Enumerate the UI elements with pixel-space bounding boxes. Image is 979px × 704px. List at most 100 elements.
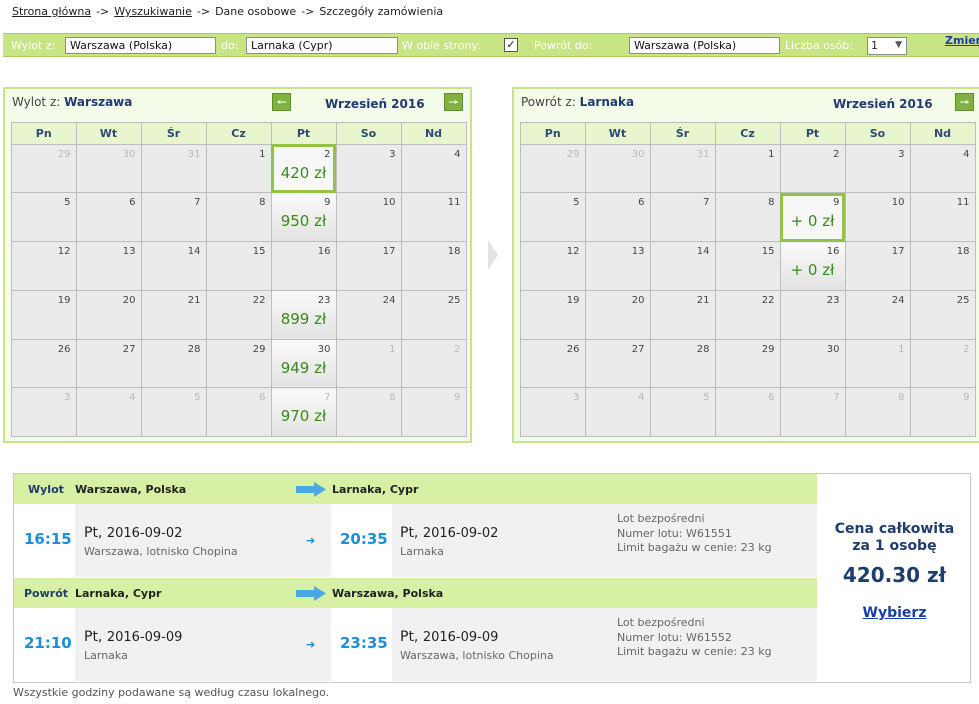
weekday-header: Cz bbox=[206, 123, 272, 145]
calendar-day-price[interactable]: 7 970 zł bbox=[271, 387, 337, 438]
calendar-day: 6 bbox=[715, 387, 781, 438]
calendar-day-price[interactable]: 9 950 zł bbox=[271, 192, 337, 243]
total-price-label: Cena całkowita za 1 osobę bbox=[818, 521, 971, 555]
arrow-right-icon bbox=[296, 586, 326, 601]
calendar-day: 21 bbox=[141, 290, 207, 340]
total-price-amount: 420.30 zł bbox=[842, 563, 947, 587]
calendar-day: 31 bbox=[650, 144, 716, 194]
return-departure-airport: Larnaka bbox=[84, 649, 128, 662]
change-search-link[interactable]: Zmień bbox=[945, 34, 979, 47]
weekday-header: Pt bbox=[780, 123, 846, 145]
calendar-day-price[interactable]: 9 + 0 zł bbox=[780, 192, 846, 243]
calendar-day: 2 bbox=[780, 144, 846, 194]
calendar-day: 25 bbox=[910, 290, 976, 340]
outbound-label: Wylot bbox=[28, 483, 64, 496]
day-number: 25 bbox=[956, 294, 970, 306]
weekday-header: Pn bbox=[521, 123, 586, 145]
return-departure-date-value: 2016-09-09 bbox=[106, 630, 183, 645]
day-number: 30 bbox=[122, 148, 136, 160]
weekday-header: So bbox=[845, 123, 911, 145]
calendar-day: 2 bbox=[910, 339, 976, 389]
calendar-day: 29 bbox=[12, 144, 77, 194]
calendar-day: 28 bbox=[650, 339, 716, 389]
weekday-header: Cz bbox=[715, 123, 781, 145]
outbound-route-header: Wylot Warszawa, Polska Larnaka, Cypr bbox=[14, 474, 817, 504]
outbound-arrival-time: 20:35 bbox=[340, 530, 388, 548]
calendar-day-price[interactable]: 23 899 zł bbox=[271, 290, 337, 340]
day-number: 27 bbox=[631, 343, 645, 355]
calendar-day: 18 bbox=[910, 241, 976, 291]
return-label: Powrót bbox=[24, 587, 69, 600]
arrow-right-icon: ➜ bbox=[306, 638, 316, 651]
calendar-day-price[interactable]: 30 949 zł bbox=[271, 339, 337, 389]
day-number: 6 bbox=[129, 197, 136, 209]
booking-summary: Wylot Warszawa, Polska Larnaka, Cypr 16:… bbox=[13, 473, 971, 683]
outbound-direct-flight: Lot bezpośredni bbox=[617, 512, 705, 525]
calendar-day: 7 bbox=[780, 387, 846, 438]
calendar-day: 15 bbox=[715, 241, 781, 291]
return-calendar-title: Powrót z: Larnaka bbox=[521, 95, 634, 109]
return-arrival-day: Pt, bbox=[400, 629, 419, 645]
calendar-day: 3 bbox=[336, 144, 402, 194]
day-number: 23 bbox=[317, 294, 331, 306]
day-number: 6 bbox=[768, 392, 775, 404]
day-number: 20 bbox=[122, 294, 136, 306]
next-month-button[interactable]: 🠖 bbox=[444, 93, 463, 111]
next-month-button[interactable]: 🠖 bbox=[955, 93, 974, 111]
calendar-day: 10 bbox=[845, 192, 911, 243]
return-flight-details: 21:10 Pt, 2016-09-09 Larnaka ➜ 23:35 Pt,… bbox=[14, 608, 817, 681]
select-button[interactable]: Wybierz bbox=[818, 605, 971, 621]
day-number: 2 bbox=[454, 343, 461, 355]
breadcrumb-home-link[interactable]: Strona główna bbox=[12, 5, 91, 18]
passengers-label: Liczba osób: bbox=[785, 39, 854, 52]
outbound-arrival-day: Pt, bbox=[400, 525, 419, 541]
day-number: 12 bbox=[566, 246, 580, 258]
day-number: 2 bbox=[963, 343, 970, 355]
calendar-day-price[interactable]: 16 + 0 zł bbox=[780, 241, 846, 291]
calendar-day: 22 bbox=[206, 290, 272, 340]
day-number: 8 bbox=[768, 197, 775, 209]
breadcrumb-search-link[interactable]: Wyszukiwanie bbox=[114, 5, 192, 18]
day-number: 22 bbox=[761, 294, 775, 306]
day-number: 7 bbox=[194, 197, 201, 209]
outbound-departure-airport: Warszawa, lotnisko Chopina bbox=[84, 545, 238, 558]
arrow-right-icon: 🠖 bbox=[959, 95, 970, 109]
day-number: 28 bbox=[696, 343, 710, 355]
calendar-day: 23 bbox=[780, 290, 846, 340]
from-input[interactable]: Warszawa (Polska) bbox=[65, 37, 216, 54]
outbound-calendar-grid: Pn Wt Śr Cz Pt So Nd 29 30 31 1 2 420 zł 3 4 5 6 7 8 9 950 z… bbox=[12, 123, 467, 438]
calendar-day-price[interactable]: 2 420 zł bbox=[271, 144, 337, 194]
outbound-from: Warszawa, Polska bbox=[75, 483, 187, 496]
day-price: + 0 zł bbox=[790, 261, 835, 280]
calendar-day: 20 bbox=[585, 290, 651, 340]
day-number: 19 bbox=[566, 294, 580, 306]
calendar-day: 8 bbox=[336, 387, 402, 438]
day-number: 3 bbox=[64, 392, 71, 404]
day-number: 5 bbox=[194, 392, 201, 404]
day-number: 4 bbox=[963, 148, 970, 160]
arrow-right-icon: 🠖 bbox=[448, 95, 459, 109]
day-number: 26 bbox=[566, 343, 580, 355]
day-number: 9 bbox=[324, 197, 331, 209]
day-number: 14 bbox=[696, 246, 710, 258]
return-input[interactable]: Warszawa (Polska) bbox=[629, 37, 780, 54]
return-from: Larnaka, Cypr bbox=[75, 587, 162, 600]
day-price: 949 zł bbox=[280, 358, 327, 377]
roundtrip-checkbox[interactable]: ✓ bbox=[504, 38, 518, 52]
calendar-day: 1 bbox=[715, 144, 781, 194]
day-number: 29 bbox=[252, 343, 266, 355]
calendar-separator-arrow-icon bbox=[488, 240, 498, 270]
day-number: 13 bbox=[122, 246, 136, 258]
day-number: 3 bbox=[389, 148, 396, 160]
passengers-select[interactable]: 1 ▼ bbox=[867, 37, 907, 55]
to-input[interactable]: Larnaka (Cypr) bbox=[246, 37, 398, 54]
prev-month-button[interactable]: 🠔 bbox=[272, 93, 291, 111]
calendar-day: 24 bbox=[845, 290, 911, 340]
calendar-day: 18 bbox=[401, 241, 467, 291]
day-number: 18 bbox=[956, 246, 970, 258]
breadcrumb-order-details: Szczegóły zamówienia bbox=[319, 5, 444, 18]
calendar-day: 27 bbox=[76, 339, 142, 389]
calendar-day: 29 bbox=[521, 144, 586, 194]
return-departure-date: Pt, 2016-09-09 bbox=[84, 629, 182, 645]
day-number: 4 bbox=[129, 392, 136, 404]
